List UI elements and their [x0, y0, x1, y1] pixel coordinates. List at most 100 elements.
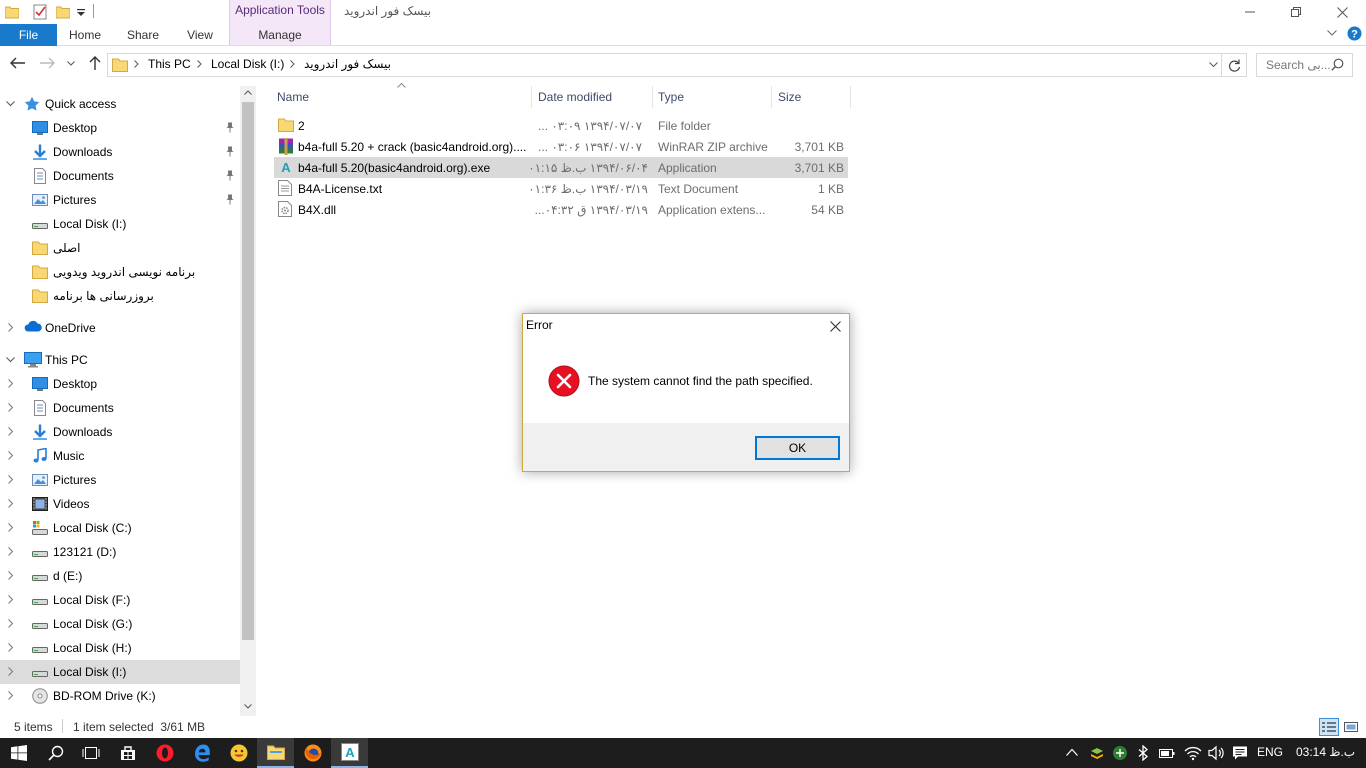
start-button[interactable] [0, 738, 37, 768]
column-separator[interactable] [850, 86, 851, 108]
large-icons-view-button[interactable] [1342, 719, 1360, 735]
taskbar-store[interactable] [109, 738, 146, 768]
chevron-right-icon[interactable] [6, 499, 15, 508]
sidebar-item-pictures[interactable]: Pictures [0, 188, 240, 212]
chevron-right-icon[interactable] [6, 667, 15, 676]
taskbar-search-button[interactable] [37, 738, 74, 768]
chevron-right-icon[interactable] [6, 619, 15, 628]
chevron-down-icon[interactable] [6, 355, 15, 364]
chevron-right-icon[interactable] [6, 571, 15, 580]
taskbar-file-explorer[interactable] [257, 738, 294, 768]
refresh-button[interactable] [1222, 53, 1247, 77]
sidebar-item-this-pc[interactable]: This PC [0, 348, 240, 372]
tab-home[interactable]: Home [60, 24, 110, 46]
wifi-icon[interactable] [1184, 745, 1202, 761]
sidebar-item-downloads[interactable]: Downloads [0, 140, 240, 164]
sidebar-item-documents[interactable]: Documents [0, 164, 240, 188]
sidebar-item-123121-d[interactable]: 123121 (D:) [0, 540, 240, 564]
sidebar-item-local-disk-g[interactable]: Local Disk (G:) [0, 612, 240, 636]
properties-icon[interactable] [33, 4, 48, 20]
taskbar-emoji-app[interactable] [220, 738, 257, 768]
tab-view[interactable]: View [176, 24, 224, 46]
breadcrumb-local-disk[interactable]: Local Disk (I:) [211, 57, 284, 71]
bluetooth-icon[interactable] [1137, 745, 1149, 761]
minimize-button[interactable] [1227, 0, 1273, 24]
taskbar-opera[interactable] [146, 738, 183, 768]
ok-button[interactable]: OK [755, 436, 840, 460]
sidebar-item-desktop[interactable]: Desktop [0, 116, 240, 140]
column-header-name[interactable]: Name [277, 90, 309, 104]
tray-app-icon[interactable] [1089, 745, 1105, 761]
sidebar-item-local-disk-f[interactable]: Local Disk (F:) [0, 588, 240, 612]
tray-network-app-icon[interactable] [1112, 745, 1128, 761]
chevron-right-icon[interactable] [6, 403, 15, 412]
chevron-right-icon[interactable] [6, 475, 15, 484]
column-header-type[interactable]: Type [658, 90, 684, 104]
battery-icon[interactable] [1159, 746, 1175, 760]
expand-ribbon-icon[interactable] [1327, 30, 1337, 36]
sidebar-item-documents[interactable]: Documents [0, 396, 240, 420]
sidebar-item-pictures[interactable]: Pictures [0, 468, 240, 492]
chevron-right-icon[interactable] [6, 691, 15, 700]
sidebar-item-local-disk-i[interactable]: Local Disk (I:) [0, 212, 240, 236]
tab-share[interactable]: Share [118, 24, 168, 46]
chevron-right-icon[interactable] [6, 643, 15, 652]
address-history-dropdown[interactable] [1209, 62, 1218, 67]
volume-icon[interactable] [1208, 745, 1225, 761]
sidebar-item-videos[interactable]: Videos [0, 492, 240, 516]
customize-qat-icon[interactable] [77, 9, 85, 17]
scroll-up-icon[interactable] [244, 90, 252, 95]
up-button[interactable] [88, 55, 102, 71]
sidebar-item-bd-rom-drive-k[interactable]: BD-ROM Drive (K:) [0, 684, 240, 708]
task-view-button[interactable] [72, 738, 109, 768]
file-row[interactable]: 2 ۱۳۹۴/۰۷/۰۷ ۰۳:۰۹ ... File folder [274, 115, 848, 136]
breadcrumb-this-pc[interactable]: This PC [148, 57, 191, 71]
column-separator[interactable] [652, 86, 653, 108]
recent-locations-button[interactable] [67, 61, 75, 66]
column-separator[interactable] [531, 86, 532, 108]
column-separator[interactable] [771, 86, 772, 108]
new-folder-icon[interactable] [56, 5, 70, 19]
scroll-down-icon[interactable] [244, 704, 252, 709]
chevron-right-icon[interactable] [6, 379, 15, 388]
sidebar-item-downloads[interactable]: Downloads [0, 420, 240, 444]
close-button[interactable] [1319, 0, 1365, 24]
language-indicator[interactable]: ENG [1257, 745, 1283, 759]
file-row[interactable]: B4A-License.txt ۱۳۹۴/۰۳/۱۹ ب.ظ ۰۱:۳۶ Text … [274, 178, 848, 199]
sidebar-item-local-disk-i[interactable]: Local Disk (I:) [0, 660, 240, 684]
forward-button[interactable] [39, 57, 55, 69]
sidebar-item-desktop[interactable]: Desktop [0, 372, 240, 396]
action-center-icon[interactable] [1232, 745, 1248, 761]
sidebar-item-item[interactable]: برنامه نویسی اندروید ویدویی [0, 260, 240, 284]
sidebar-item-local-disk-h[interactable]: Local Disk (H:) [0, 636, 240, 660]
file-row[interactable]: Ab4a-full 5.20(basic4android.org).exe ۱۳۹… [274, 157, 848, 178]
show-hidden-icons-button[interactable] [1066, 748, 1078, 756]
tab-manage[interactable]: Manage [229, 24, 331, 46]
chevron-right-icon[interactable] [6, 427, 15, 436]
file-row[interactable]: b4a-full 5.20 + crack (basic4android.org… [274, 136, 848, 157]
taskbar-firefox[interactable] [294, 738, 331, 768]
restore-button[interactable] [1273, 0, 1319, 24]
chevron-right-icon[interactable] [6, 451, 15, 460]
chevron-right-icon[interactable] [6, 547, 15, 556]
sidebar-item-onedrive[interactable]: OneDrive [0, 316, 240, 340]
tab-file[interactable]: File [0, 24, 57, 46]
nav-scrollbar-thumb[interactable] [242, 102, 254, 640]
sidebar-item-local-disk-c[interactable]: Local Disk (C:) [0, 516, 240, 540]
breadcrumb-current-folder[interactable]: بیسک فور اندروید [304, 57, 391, 71]
chevron-right-icon[interactable] [6, 523, 15, 532]
sidebar-item-music[interactable]: Music [0, 444, 240, 468]
sidebar-item-quick-access[interactable]: Quick access [0, 92, 240, 116]
file-row[interactable]: B4X.dll ۱۳۹۴/۰۳/۱۹ ق ۰۴:۳۲... Application … [274, 199, 848, 220]
dialog-close-button[interactable] [826, 317, 844, 335]
back-button[interactable] [10, 57, 26, 69]
taskbar-clock[interactable]: 03:14 ب.ظ [1296, 745, 1355, 759]
sidebar-item-item[interactable]: اصلی [0, 236, 240, 260]
details-view-button[interactable] [1319, 718, 1339, 736]
taskbar-edge[interactable] [183, 738, 220, 768]
chevron-down-icon[interactable] [6, 99, 15, 108]
chevron-right-icon[interactable] [6, 595, 15, 604]
sidebar-item-item[interactable]: بروزرسانی ها برنامه [0, 284, 240, 308]
column-header-size[interactable]: Size [778, 90, 801, 104]
chevron-right-icon[interactable] [6, 323, 15, 332]
